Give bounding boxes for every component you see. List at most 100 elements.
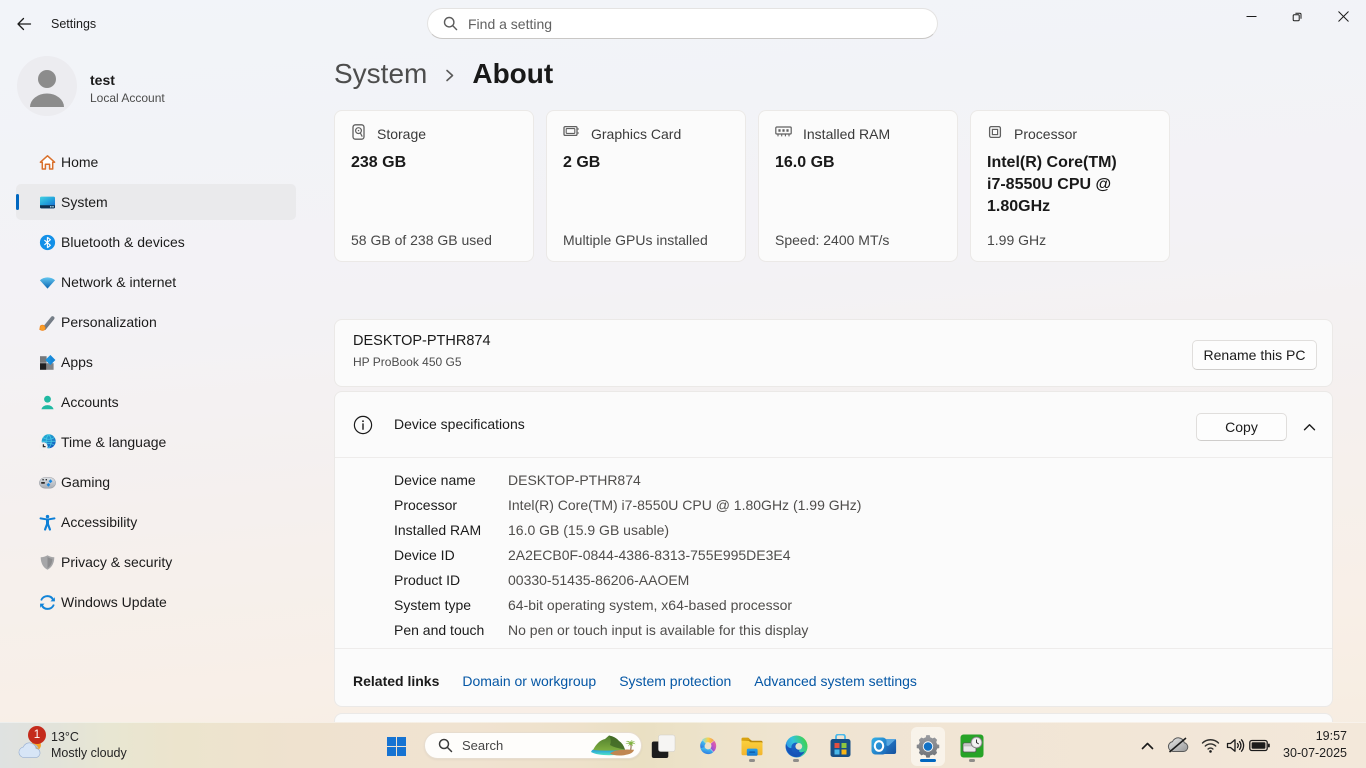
apps-icon	[39, 354, 56, 371]
copilot-button[interactable]	[692, 730, 724, 762]
breadcrumb: System About	[334, 58, 553, 90]
spec-label: Device name	[394, 472, 508, 488]
sidebar-item-label: Privacy & security	[61, 554, 172, 570]
sidebar-item-label: Gaming	[61, 474, 110, 490]
link-domain-or-workgroup[interactable]: Domain or workgroup	[462, 673, 596, 689]
task-view-icon	[651, 734, 676, 759]
search-input[interactable]: Find a setting	[427, 8, 938, 39]
device-specifications-panel: Device specifications Copy Device nameDE…	[334, 391, 1333, 707]
taskbar-search-icon	[438, 738, 453, 753]
disk-tool-button[interactable]	[956, 730, 988, 762]
close-icon	[1338, 11, 1349, 22]
spec-row-device-name: Device nameDESKTOP-PTHR874	[394, 467, 861, 492]
tray-chevron-button[interactable]	[1141, 741, 1154, 751]
link-system-protection[interactable]: System protection	[619, 673, 731, 689]
link-advanced-system-settings[interactable]: Advanced system settings	[754, 673, 917, 689]
sidebar-nav: Home System Bluetooth & devices Network & i…	[0, 144, 316, 624]
sidebar-item-label: Network & internet	[61, 274, 176, 290]
tile-value: 16.0 GB	[775, 152, 917, 174]
restore-button[interactable]	[1274, 0, 1320, 33]
wifi-icon	[1201, 738, 1220, 753]
device-specifications-title: Device specifications	[394, 416, 525, 432]
breadcrumb-system[interactable]: System	[334, 58, 427, 90]
sidebar-item-accounts[interactable]: Accounts	[16, 384, 296, 420]
spec-value: 16.0 GB (15.9 GB usable)	[508, 522, 669, 538]
onedrive-button[interactable]	[1167, 737, 1189, 753]
onedrive-paused-icon	[1167, 737, 1189, 753]
edge-button[interactable]	[780, 730, 812, 762]
microsoft-store-button[interactable]	[824, 730, 856, 762]
system-icon	[39, 194, 56, 211]
chevron-up-icon[interactable]	[1303, 421, 1316, 434]
breadcrumb-chevron-icon	[443, 69, 456, 82]
task-view-button[interactable]	[647, 730, 679, 762]
sidebar-item-gaming[interactable]: Gaming	[16, 464, 296, 500]
start-button[interactable]	[380, 730, 412, 762]
sidebar-item-bluetooth-devices[interactable]: Bluetooth & devices	[16, 224, 296, 260]
minimize-button[interactable]	[1228, 0, 1274, 33]
spec-label: System type	[394, 597, 508, 613]
sidebar-item-apps[interactable]: Apps	[16, 344, 296, 380]
sidebar-item-accessibility[interactable]: Accessibility	[16, 504, 296, 540]
spec-label: Pen and touch	[394, 622, 508, 638]
copy-button[interactable]: Copy	[1196, 413, 1287, 441]
sidebar-item-label: Home	[61, 154, 98, 170]
related-links-row: Related links Domain or workgroup System…	[353, 653, 917, 708]
clock[interactable]: 19:57 30-07-2025	[1283, 728, 1347, 762]
volume-icon	[1226, 738, 1245, 753]
spec-row-system-type: System type64-bit operating system, x64-…	[394, 592, 861, 617]
device-specifications-header[interactable]: Device specifications Copy	[335, 392, 1332, 457]
sidebar-item-personalization[interactable]: Personalization	[16, 304, 296, 340]
network-internet-icon	[39, 274, 56, 291]
tile-title: Storage	[377, 126, 426, 142]
spec-value: No pen or touch input is available for t…	[508, 622, 808, 638]
device-name: DESKTOP-PTHR874	[353, 333, 491, 349]
microsoft-store-icon	[829, 734, 852, 758]
sidebar-item-system[interactable]: System	[16, 184, 296, 220]
sidebar-item-privacy-security[interactable]: Privacy & security	[16, 544, 296, 580]
spec-row-installed-ram: Installed RAM16.0 GB (15.9 GB usable)	[394, 517, 861, 542]
divider	[335, 648, 1332, 649]
running-indicator	[793, 759, 799, 762]
wifi-button[interactable]	[1201, 738, 1220, 753]
sidebar-item-label: Apps	[61, 354, 93, 370]
settings-app-button[interactable]	[912, 730, 944, 762]
spec-value: 00330-51435-86206-AAOEM	[508, 572, 689, 588]
gaming-icon	[39, 474, 56, 491]
spec-label: Installed RAM	[394, 522, 508, 538]
search-icon	[443, 16, 458, 31]
taskbar: 1 13°C Mostly cloudy Search	[0, 722, 1366, 768]
spec-label: Processor	[394, 497, 508, 513]
outlook-button[interactable]	[868, 730, 900, 762]
weather-condition: Mostly cloudy	[51, 746, 127, 760]
device-model: HP ProBook 450 G5	[353, 355, 462, 369]
file-explorer-button[interactable]	[736, 730, 768, 762]
person-icon	[17, 56, 77, 116]
personalization-icon	[39, 314, 56, 331]
sidebar-item-time-language[interactable]: Time & language	[16, 424, 296, 460]
user-account[interactable]: test Local Account	[17, 56, 297, 118]
copilot-icon	[696, 734, 720, 758]
battery-button[interactable]	[1249, 739, 1270, 752]
tile-graphics-card: Graphics Card2 GBMultiple GPUs installed	[546, 110, 746, 262]
tile-footer: 58 GB of 238 GB used	[351, 232, 492, 248]
tray-chevron-icon	[1141, 741, 1154, 751]
sidebar-item-label: Bluetooth & devices	[61, 234, 185, 250]
rename-pc-button[interactable]: Rename this PC	[1192, 340, 1317, 370]
clock-time: 19:57	[1283, 728, 1347, 745]
close-button[interactable]	[1320, 0, 1366, 33]
tile-storage: Storage238 GB58 GB of 238 GB used	[334, 110, 534, 262]
notification-badge: 1	[28, 726, 46, 744]
weather-widget[interactable]: 1 13°C Mostly cloudy	[0, 723, 150, 768]
sidebar-item-label: Accounts	[61, 394, 119, 410]
back-button[interactable]	[10, 10, 38, 38]
sidebar-item-windows-update[interactable]: Windows Update	[16, 584, 296, 620]
sidebar-item-network-internet[interactable]: Network & internet	[16, 264, 296, 300]
volume-button[interactable]	[1226, 738, 1245, 753]
tile-footer: Speed: 2400 MT/s	[775, 232, 889, 248]
sidebar-item-home[interactable]: Home	[16, 144, 296, 180]
taskbar-search[interactable]: Search	[424, 732, 642, 759]
clock-date: 30-07-2025	[1283, 745, 1347, 762]
device-name-panel: DESKTOP-PTHR874 HP ProBook 450 G5 Rename…	[334, 319, 1333, 387]
sidebar-item-label: Accessibility	[61, 514, 137, 530]
